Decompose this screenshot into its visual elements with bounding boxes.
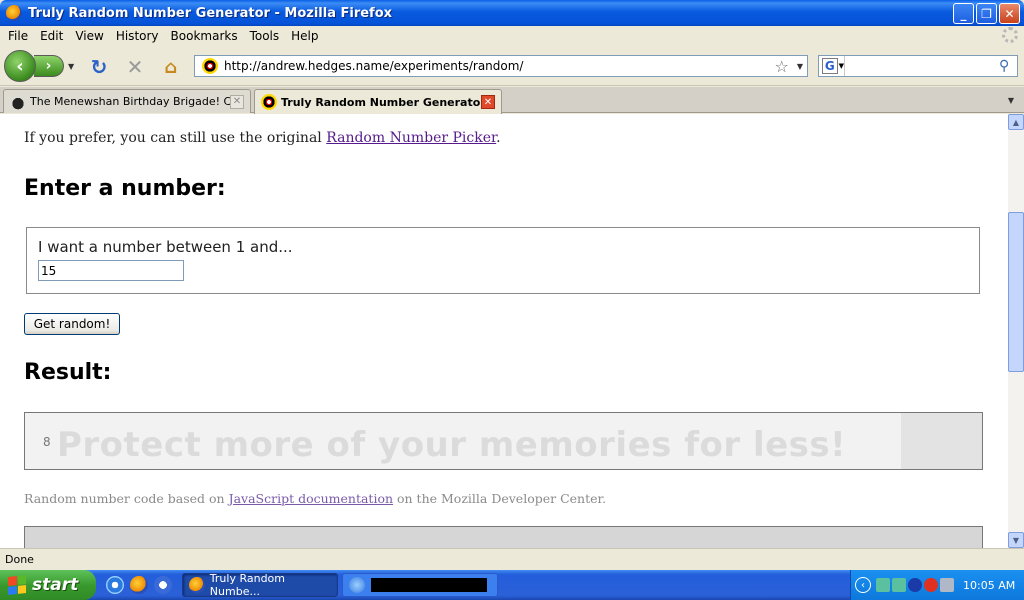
- reload-icon[interactable]: ↻: [88, 55, 110, 79]
- monitor-icon[interactable]: [940, 578, 954, 592]
- intro-before: If you prefer, you can still use the ori…: [24, 130, 327, 146]
- google-icon: G: [822, 58, 838, 74]
- menu-bar: File Edit View History Bookmarks Tools H…: [0, 26, 1024, 46]
- intro-after: .: [496, 130, 501, 146]
- menu-help[interactable]: Help: [285, 29, 324, 43]
- redacted-label: [371, 578, 487, 592]
- firefox-icon: [189, 577, 205, 593]
- url-text[interactable]: http://andrew.hedges.name/experiments/ra…: [224, 59, 775, 73]
- navigation-toolbar: › ‹ ▼ ↻ ✕ ⌂ http://andrew.hedges.name/ex…: [0, 46, 1024, 86]
- volume-icon[interactable]: [892, 578, 906, 592]
- media-player-icon[interactable]: [154, 576, 172, 594]
- footnote-text: Random number code based on JavaScript d…: [24, 491, 606, 506]
- menu-view[interactable]: View: [69, 29, 109, 43]
- windows-flag-icon: [8, 575, 26, 595]
- window-title: Truly Random Number Generator - Mozilla …: [28, 5, 393, 21]
- site-favicon-icon: [261, 94, 277, 110]
- start-button[interactable]: start: [0, 570, 96, 600]
- back-forward-group: › ‹ ▼: [4, 50, 78, 82]
- menu-history[interactable]: History: [110, 29, 165, 43]
- url-dropdown-icon[interactable]: ▼: [797, 62, 803, 71]
- tab-label: Truly Random Number Generator: [281, 95, 481, 109]
- tab-menewshan[interactable]: The Menewshan Birthday Brigade! Com... ✕: [3, 89, 251, 113]
- search-input[interactable]: [845, 57, 999, 75]
- close-button[interactable]: ✕: [999, 3, 1020, 24]
- result-value: 8: [43, 435, 51, 449]
- back-button[interactable]: ‹: [4, 50, 36, 82]
- max-number-input[interactable]: [38, 260, 184, 281]
- system-tray: ‹ 10:05 AM: [850, 570, 1024, 600]
- stop-icon[interactable]: ✕: [124, 55, 146, 79]
- throbber-icon: [1002, 27, 1018, 43]
- menu-file[interactable]: File: [2, 29, 34, 43]
- search-bar: G ▼ ⚲: [818, 55, 1018, 77]
- menu-tools[interactable]: Tools: [244, 29, 286, 43]
- maximize-button[interactable]: ❐: [976, 3, 997, 24]
- home-icon[interactable]: ⌂: [160, 56, 182, 78]
- scroll-down-icon[interactable]: ▼: [1008, 532, 1024, 548]
- intro-text: If you prefer, you can still use the ori…: [24, 130, 501, 146]
- random-number-picker-link[interactable]: Random Number Picker: [326, 130, 496, 146]
- enter-number-heading: Enter a number:: [24, 176, 226, 201]
- close-tab-icon[interactable]: ✕: [481, 95, 495, 109]
- menu-bookmarks[interactable]: Bookmarks: [165, 29, 244, 43]
- url-bar[interactable]: http://andrew.hedges.name/experiments/ra…: [194, 55, 808, 77]
- page-content: If you prefer, you can still use the ori…: [0, 114, 1008, 548]
- engine-dropdown-icon: ▼: [838, 62, 844, 70]
- bluetooth-icon[interactable]: [908, 578, 922, 592]
- cat-favicon-icon: [10, 93, 26, 110]
- javascript-documentation-link[interactable]: JavaScript documentation: [229, 491, 393, 506]
- search-engine-selector[interactable]: G ▼: [819, 56, 845, 76]
- clock[interactable]: 10:05 AM: [963, 579, 1015, 592]
- window-controls: _ ❐ ✕: [953, 3, 1020, 24]
- minimize-button[interactable]: _: [953, 3, 974, 24]
- taskbar-messenger-button[interactable]: [342, 573, 498, 597]
- tab-random-generator[interactable]: Truly Random Number Generator ✕: [254, 89, 502, 114]
- taskbar: start Truly Random Numbe... ‹ 10:05 AM: [0, 570, 1024, 600]
- site-favicon-icon: [202, 58, 218, 74]
- vertical-scrollbar[interactable]: ▲ ▼: [1008, 114, 1024, 548]
- tray-expand-icon[interactable]: ‹: [855, 577, 871, 593]
- footnote-after: on the Mozilla Developer Center.: [393, 491, 607, 506]
- scrollbar-thumb[interactable]: [1008, 212, 1024, 372]
- watermark-text: Protect more of your memories for less!: [57, 425, 847, 465]
- result-box: 8 Protect more of your memories for less…: [24, 412, 983, 470]
- close-tab-icon[interactable]: ✕: [230, 94, 244, 109]
- tab-list-dropdown-icon[interactable]: ▼: [1002, 91, 1020, 109]
- search-icon[interactable]: ⚲: [999, 58, 1017, 74]
- history-dropdown-icon[interactable]: ▼: [68, 62, 74, 71]
- forward-button[interactable]: ›: [34, 55, 64, 77]
- status-bar: Done: [0, 548, 1024, 570]
- get-random-button[interactable]: Get random!: [24, 313, 120, 335]
- tab-label: The Menewshan Birthday Brigade! Com...: [30, 95, 230, 108]
- internet-explorer-icon[interactable]: [106, 576, 124, 594]
- menu-edit[interactable]: Edit: [34, 29, 69, 43]
- result-heading: Result:: [24, 360, 112, 385]
- tab-strip: The Menewshan Birthday Brigade! Com... ✕…: [0, 87, 1024, 114]
- footnote-before: Random number code based on: [24, 491, 229, 506]
- window-titlebar[interactable]: Truly Random Number Generator - Mozilla …: [0, 0, 1024, 26]
- network-icon[interactable]: [876, 578, 890, 592]
- bottom-box: [24, 526, 983, 548]
- status-text: Done: [5, 553, 34, 566]
- number-fieldset: I want a number between 1 and...: [26, 227, 980, 294]
- task-label: Truly Random Numbe...: [209, 572, 285, 598]
- firefox-quicklaunch-icon[interactable]: [130, 576, 148, 594]
- antivirus-icon[interactable]: [924, 578, 938, 592]
- firefox-icon: [6, 5, 22, 21]
- field-label: I want a number between 1 and...: [38, 238, 293, 256]
- start-label: start: [32, 575, 79, 595]
- scroll-up-icon[interactable]: ▲: [1008, 114, 1024, 130]
- bookmark-star-icon[interactable]: ☆: [775, 57, 789, 76]
- messenger-icon: [349, 577, 365, 593]
- taskbar-firefox-button[interactable]: Truly Random Numbe...: [182, 572, 338, 598]
